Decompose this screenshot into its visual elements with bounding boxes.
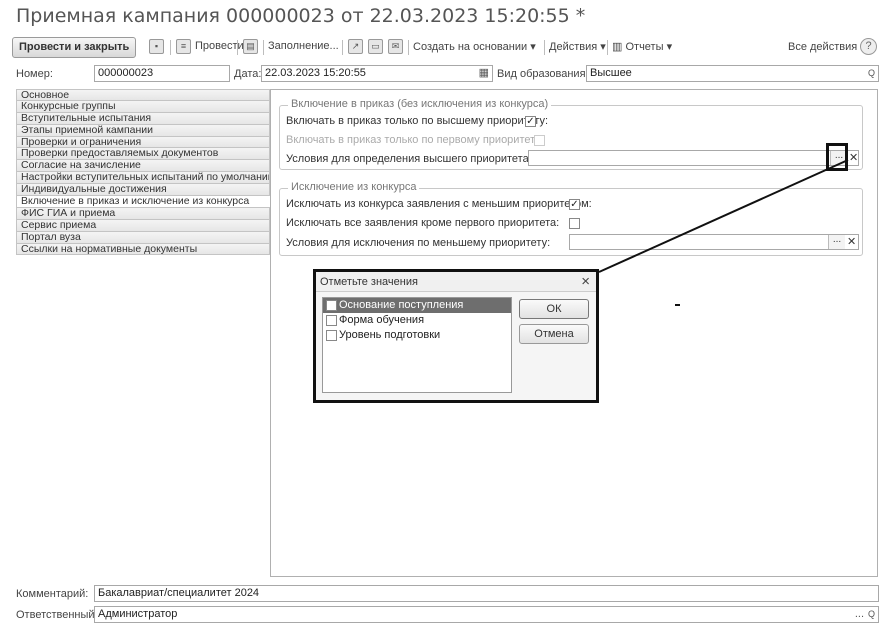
nav-item[interactable]: Настройки вступительных испытаний по умо…: [16, 172, 270, 185]
reports-menu[interactable]: ▥ Отчеты ▾: [612, 40, 672, 53]
nav-item[interactable]: Конкурсные группы: [16, 100, 270, 113]
except-first-checkbox[interactable]: [569, 218, 580, 229]
toolbar-separator: [544, 40, 545, 55]
list-item[interactable]: Уровень подготовки: [323, 328, 511, 343]
conditions-lower-label: Условия для исключения по меньшему приор…: [286, 237, 551, 249]
inclusion-group: Включение в приказ (без исключения из ко…: [279, 98, 863, 170]
reports-label: Отчеты: [625, 41, 664, 53]
responsible-label: Ответственный:: [16, 609, 98, 621]
responsible-field[interactable]: Администратор ... Q: [94, 606, 879, 623]
reports-icon: ▥: [612, 41, 623, 53]
except-first-label: Исключать все заявления кроме первого пр…: [286, 217, 560, 229]
clear-icon[interactable]: ✕: [849, 151, 858, 165]
first-priority-label: Включать в приказ только по первому прио…: [286, 134, 544, 146]
edu-type-field[interactable]: Высшее Q: [586, 65, 879, 82]
stray-mark: [675, 304, 680, 306]
nav-item[interactable]: Включение в приказ и исключение из конку…: [16, 196, 270, 208]
select-dots-button[interactable]: ...: [828, 235, 845, 249]
search-icon[interactable]: Q: [868, 66, 875, 81]
select-values-dialog: Отметьте значения × Основание поступлени…: [313, 269, 599, 403]
calendar-icon[interactable]: ▦: [479, 66, 489, 81]
nav-item[interactable]: ФИС ГИА и приема: [16, 207, 270, 220]
post-and-close-button[interactable]: Провести и закрыть: [12, 37, 137, 58]
related-documents-icon[interactable]: ↗: [348, 39, 363, 54]
list-item-label: Уровень подготовки: [339, 329, 441, 341]
help-icon[interactable]: ?: [860, 38, 877, 55]
search-icon[interactable]: Q: [868, 607, 875, 622]
exclusion-group: Исключение из конкурса Исключать из конк…: [279, 181, 863, 256]
value-checkbox[interactable]: [326, 330, 337, 341]
nav-item[interactable]: Этапы приемной кампании: [16, 124, 270, 137]
conditions-highest-label: Условия для определения высшего приорите…: [286, 153, 532, 165]
value-checkbox[interactable]: [326, 315, 337, 326]
toolbar-separator: [607, 40, 608, 55]
post-document-icon[interactable]: ≡: [176, 39, 191, 54]
section-nav: Основное Конкурсные группы Вступительные и…: [16, 89, 270, 256]
conditions-highest-field[interactable]: ... ✕: [528, 150, 859, 166]
nav-item[interactable]: Проверки и ограничения: [16, 136, 270, 149]
posting-report-icon[interactable]: ▤: [243, 39, 258, 54]
close-icon[interactable]: ×: [581, 273, 590, 290]
date-field[interactable]: 22.03.2023 15:20:55 ▦: [261, 65, 493, 82]
actions-label: Действия: [549, 41, 598, 53]
toolbar-separator: [170, 40, 171, 55]
lower-priority-label: Исключать из конкурса заявления с меньши…: [286, 198, 592, 210]
actions-menu[interactable]: Действия ▾: [549, 40, 606, 53]
lower-priority-checkbox[interactable]: ✓: [569, 199, 580, 210]
toolbar-separator: [342, 40, 343, 55]
ok-button[interactable]: ОК: [519, 299, 589, 319]
list-item-label: Основание поступления: [339, 299, 464, 311]
comment-label: Комментарий:: [16, 588, 89, 600]
value-checkbox[interactable]: [326, 300, 337, 311]
cancel-button[interactable]: Отмена: [519, 324, 589, 344]
select-dots-button[interactable]: ...: [855, 607, 864, 622]
chevron-down-icon: ▾: [666, 41, 673, 53]
nav-item[interactable]: Ссылки на нормативные документы: [16, 243, 270, 256]
chevron-down-icon: ▾: [600, 41, 606, 53]
conditions-lower-field[interactable]: ... ✕: [569, 234, 859, 250]
list-item-label: Форма обучения: [339, 314, 425, 326]
nav-item[interactable]: Проверки предоставляемых документов: [16, 148, 270, 161]
nav-item[interactable]: Основное: [16, 89, 270, 101]
callout-highlight: [826, 143, 848, 171]
nav-item[interactable]: Портал вуза: [16, 231, 270, 244]
toolbar: Провести и закрыть ▪ ≡ Провести ▤ Заполн…: [12, 37, 882, 59]
edu-type-label: Вид образования:: [497, 68, 589, 80]
list-item[interactable]: Форма обучения: [323, 313, 511, 328]
page-title: Приемная кампания 000000023 от 22.03.202…: [16, 5, 586, 27]
clear-icon[interactable]: ✕: [847, 235, 856, 249]
comment-field[interactable]: Бакалавриат/специалитет 2024: [94, 585, 879, 602]
save-icon[interactable]: ▪: [149, 39, 164, 54]
fill-button[interactable]: Заполнение...: [268, 40, 339, 52]
highest-priority-label: Включать в приказ только по высшему прио…: [286, 115, 548, 127]
nav-item[interactable]: Согласие на зачисление: [16, 160, 270, 173]
edu-type-value: Высшее: [590, 67, 632, 79]
toolbar-separator: [237, 40, 238, 55]
nav-item[interactable]: Вступительные испытания: [16, 112, 270, 125]
responsible-value: Администратор: [98, 608, 178, 620]
date-value: 22.03.2023 15:20:55: [265, 67, 366, 79]
list-item[interactable]: Основание поступления: [323, 298, 511, 313]
number-label: Номер:: [16, 68, 53, 80]
print-icon[interactable]: ▭: [368, 39, 383, 54]
create-based-on-label: Создать на основании: [413, 41, 528, 53]
number-field[interactable]: 000000023: [94, 65, 230, 82]
all-actions-menu[interactable]: Все действия ▾: [788, 40, 866, 53]
all-actions-label: Все действия: [788, 41, 858, 53]
create-based-on-menu[interactable]: Создать на основании ▾: [413, 40, 536, 53]
dialog-title: Отметьте значения: [320, 276, 418, 288]
email-icon[interactable]: ✉: [388, 39, 403, 54]
values-list: Основание поступления Форма обучения Урове…: [322, 297, 512, 393]
toolbar-separator: [408, 40, 409, 55]
nav-item[interactable]: Индивидуальные достижения: [16, 184, 270, 197]
inclusion-group-title: Включение в приказ (без исключения из ко…: [288, 98, 552, 110]
toolbar-separator: [263, 40, 264, 55]
dialog-header: Отметьте значения ×: [316, 272, 596, 292]
exclusion-group-title: Исключение из конкурса: [288, 181, 420, 193]
highest-priority-checkbox[interactable]: ✓: [525, 116, 536, 127]
date-label: Дата:: [234, 68, 262, 80]
first-priority-checkbox: [534, 135, 545, 146]
chevron-down-icon: ▾: [530, 41, 536, 53]
nav-item[interactable]: Сервис приема: [16, 219, 270, 232]
